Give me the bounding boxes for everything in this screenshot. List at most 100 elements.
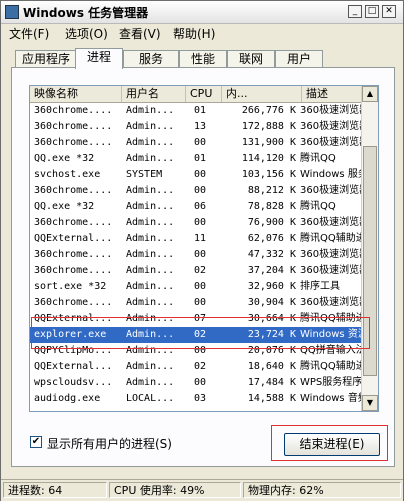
show-all-users-label[interactable]: 显示所有用户的进程(S) (47, 435, 172, 452)
table-row[interactable]: QQ.exe *32 Admin... 01 114,120 K 腾讯QQ (30, 151, 363, 167)
table-row[interactable]: QQ.exe *32 Admin... 06 78,828 K 腾讯QQ (30, 199, 363, 215)
cell-user-name: Admin... (126, 185, 175, 196)
table-row[interactable]: 360chrome.... Admin... 00 131,900 K 360极速浏览器 (30, 135, 369, 151)
cell-image-name: sort.exe *32 (34, 281, 107, 292)
process-list[interactable]: 映像名称 用户名 CPU 内... 描述 360chrome.... Admin.… (29, 85, 379, 412)
tab-networking[interactable]: 联网 (227, 50, 275, 67)
cell-memory: 114,120 K (241, 153, 296, 164)
cell-memory: 103,156 K (241, 169, 296, 180)
cell-image-name: QQExternal... (34, 233, 113, 244)
column-image-name[interactable]: 映像名称 (30, 86, 122, 102)
table-row[interactable]: sort.exe *32 Admin... 00 32,960 K 排序工具 (30, 279, 363, 295)
cell-memory: 62,076 K (247, 233, 296, 244)
cell-image-name: 360chrome.... (34, 265, 113, 276)
tab-performance[interactable]: 性能 (179, 50, 227, 67)
cell-description: 360极速浏览器 (300, 249, 370, 260)
cell-image-name: 360chrome.... (34, 105, 113, 116)
cell-user-name: Admin... (126, 361, 175, 372)
column-memory[interactable]: 内... (222, 86, 302, 102)
cell-user-name: Admin... (126, 377, 175, 388)
end-process-button[interactable]: 结束进程(E) (284, 433, 380, 456)
cell-user-name: SYSTEM (126, 169, 163, 180)
cell-memory: 88,212 K (247, 185, 296, 196)
table-row[interactable]: 360chrome.... Admin... 00 30,904 K 360极速浏览器 (30, 295, 369, 311)
table-row[interactable]: 360chrome.... Admin... 01 266,776 K 360极速浏览器 (30, 103, 369, 119)
tab-strip: 应用程序 进程 服务 性能 联网 用户 (11, 48, 391, 69)
cell-memory: 47,332 K (247, 249, 296, 260)
column-cpu[interactable]: CPU (186, 86, 222, 102)
scroll-up-button[interactable]: ▲ (362, 86, 378, 102)
table-row[interactable]: 360chrome.... Admin... 00 76,900 K 360极速浏览器 (30, 215, 369, 231)
cell-memory: 78,828 K (247, 201, 296, 212)
menu-view[interactable]: 查看(V) (119, 25, 161, 42)
tab-processes[interactable]: 进程 (75, 48, 123, 69)
app-icon (5, 5, 19, 19)
cell-cpu: 00 (194, 217, 207, 228)
cell-user-name: Admin... (126, 137, 175, 148)
cell-description: Windows 音频 (300, 393, 368, 404)
vertical-scrollbar[interactable]: ▲ ▼ (361, 86, 378, 411)
cell-memory: 18,640 K (247, 361, 296, 372)
table-row[interactable]: audiodg.exe LOCAL... 03 14,588 K Windows 音频 (30, 391, 368, 407)
cell-image-name: svchost.exe (34, 169, 101, 180)
column-user-name[interactable]: 用户名 (122, 86, 186, 102)
table-row[interactable]: svchost.exe SYSTEM 00 103,156 K Windows 服务 (30, 167, 368, 183)
cell-description: 360极速浏览器 (300, 265, 370, 276)
column-description[interactable]: 描述 (302, 86, 363, 102)
title-bar[interactable]: Windows 任务管理器 _ □ ✕ (1, 1, 403, 24)
cell-description: WPS服务程序 (300, 377, 363, 388)
cell-cpu: 01 (194, 105, 207, 116)
tab-users[interactable]: 用户 (275, 50, 323, 67)
cell-memory: 131,900 K (241, 137, 296, 148)
minimize-button[interactable]: _ (348, 5, 362, 18)
table-row[interactable]: wpscloudsv... Admin... 00 17,484 K WPS服务程序 (30, 375, 363, 391)
cell-memory: 172,888 K (241, 121, 296, 132)
cell-description: 腾讯QQ (300, 153, 336, 164)
cell-description: 腾讯QQ辅助进程 (300, 361, 370, 372)
cell-image-name: 360chrome.... (34, 297, 113, 308)
table-row[interactable]: 360chrome.... Admin... 13 172,888 K 360极速浏览器 (30, 119, 369, 135)
maximize-button[interactable]: □ (365, 5, 379, 18)
cell-memory: 17,484 K (247, 377, 296, 388)
cell-memory: 76,900 K (247, 217, 296, 228)
status-process-count: 进程数: 64 (3, 482, 107, 498)
cell-image-name: QQ.exe *32 (34, 201, 95, 212)
cell-description: 腾讯QQ (300, 201, 336, 212)
cell-memory: 266,776 K (241, 105, 296, 116)
menu-help[interactable]: 帮助(H) (173, 25, 215, 42)
cell-image-name: audiodg.exe (34, 393, 101, 404)
close-button[interactable]: ✕ (382, 5, 396, 18)
cell-image-name: 360chrome.... (34, 249, 113, 260)
table-row[interactable]: 360chrome.... Admin... 00 88,212 K 360极速浏览器 (30, 183, 369, 199)
cell-cpu: 00 (194, 297, 207, 308)
table-row[interactable]: 360chrome.... Admin... 02 37,204 K 360极速浏览器 (30, 263, 369, 279)
cell-cpu: 02 (194, 361, 207, 372)
cell-memory: 14,588 K (247, 393, 296, 404)
menu-options[interactable]: 选项(O) (65, 25, 108, 42)
cell-user-name: Admin... (126, 201, 175, 212)
cell-user-name: Admin... (126, 153, 175, 164)
menu-file[interactable]: 文件(F) (9, 25, 49, 42)
cell-user-name: Admin... (126, 105, 175, 116)
cell-description: 360极速浏览器 (300, 297, 370, 308)
tab-services[interactable]: 服务 (123, 50, 179, 67)
cell-user-name: Admin... (126, 249, 175, 260)
cell-cpu: 13 (194, 121, 207, 132)
show-all-users-checkbox[interactable]: ✔ (30, 436, 42, 448)
scroll-down-button[interactable]: ▼ (362, 395, 378, 411)
selected-row-highlight-box (31, 317, 370, 349)
cell-image-name: QQExternal... (34, 361, 113, 372)
cell-user-name: Admin... (126, 217, 175, 228)
table-row[interactable]: QQExternal... Admin... 11 62,076 K 腾讯QQ辅助进程 (30, 231, 370, 247)
cell-description: 360极速浏览器 (300, 217, 370, 228)
tab-applications[interactable]: 应用程序 (15, 50, 77, 67)
cell-image-name: QQ.exe *32 (34, 153, 95, 164)
cell-cpu: 00 (194, 249, 207, 260)
cell-user-name: Admin... (126, 233, 175, 244)
cell-description: 360极速浏览器 (300, 185, 370, 196)
cell-user-name: Admin... (126, 281, 175, 292)
cell-description: 360极速浏览器 (300, 121, 370, 132)
status-bar: 进程数: 64 CPU 使用率: 49% 物理内存: 62% (1, 479, 403, 501)
table-row[interactable]: 360chrome.... Admin... 00 47,332 K 360极速浏览器 (30, 247, 369, 263)
table-row[interactable]: QQExternal... Admin... 02 18,640 K 腾讯QQ辅助进程 (30, 359, 370, 375)
